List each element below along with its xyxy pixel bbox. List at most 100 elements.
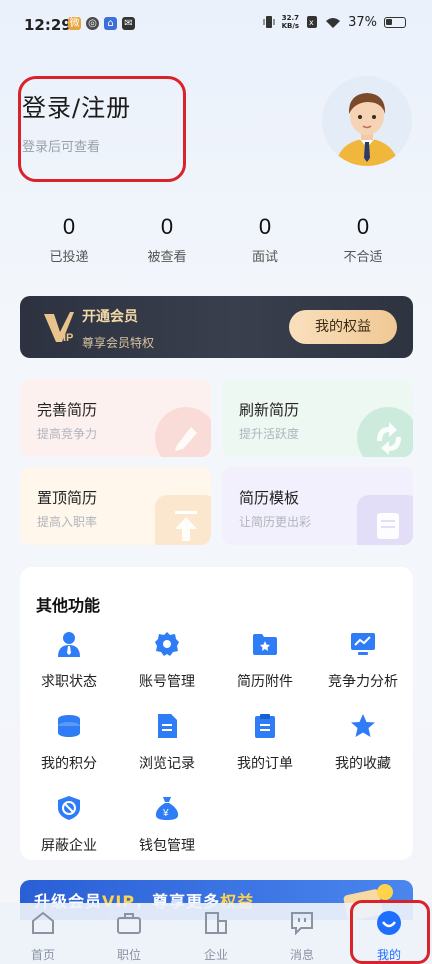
sim-icon: x [307, 16, 318, 28]
tab-jobs[interactable]: 职位 [86, 903, 172, 964]
card-title: 简历模板 [239, 489, 300, 507]
refresh-resume-card[interactable]: 刷新简历 提升活跃度 [222, 379, 413, 457]
card-title: 置顶简历 [37, 489, 98, 507]
home-icon [32, 911, 54, 934]
tab-messages[interactable]: 消息 [259, 903, 345, 964]
status-time: 12:29 [24, 16, 72, 34]
job-status-item[interactable]: 求职状态 [20, 631, 118, 691]
vip-title: 开通会员 [82, 309, 138, 325]
function-label: 我的订单 [237, 756, 293, 772]
document-icon [158, 714, 177, 738]
chat-icon [291, 912, 313, 936]
function-label: 我的收藏 [335, 756, 391, 772]
stat-label: 面试 [251, 250, 278, 265]
gear-icon [155, 632, 179, 656]
stat-label: 被查看 [147, 250, 187, 265]
block-companies-item[interactable]: 屏蔽企业 [20, 795, 118, 855]
card-subtitle: 提升活跃度 [239, 427, 300, 441]
star-icon [351, 714, 375, 737]
card-title: 刷新简历 [239, 401, 300, 419]
stat-value: 0 [356, 214, 370, 239]
stat-delivered[interactable]: 0 已投递 [20, 214, 118, 265]
tab-label: 首页 [30, 948, 55, 962]
card-subtitle: 提高入职率 [37, 515, 98, 529]
pencil-icon [155, 407, 211, 457]
avatar[interactable] [322, 76, 412, 166]
battery-percent: 37% [348, 14, 377, 30]
function-label: 钱包管理 [139, 838, 195, 854]
my-favorites-item[interactable]: 我的收藏 [314, 713, 412, 773]
tab-home[interactable]: 首页 [0, 903, 86, 964]
my-points-item[interactable]: 我的积分 [20, 713, 118, 773]
document-icon [357, 495, 413, 545]
briefcase-icon [117, 913, 141, 934]
coins-icon [58, 715, 80, 737]
my-orders-item[interactable]: 我的订单 [216, 713, 314, 773]
battery-icon [384, 16, 406, 28]
person-icon [58, 632, 80, 657]
bank-icon: ⌂ [104, 17, 117, 30]
competitiveness-analysis-item[interactable]: 竞争力分析 [314, 631, 412, 691]
browse-history-item[interactable]: 浏览记录 [118, 713, 216, 773]
card-subtitle: 让简历更出彩 [239, 515, 312, 529]
weibo-icon: 微 [68, 17, 81, 30]
function-label: 屏蔽企业 [41, 838, 97, 854]
tab-label: 企业 [203, 948, 228, 962]
building-icon [205, 912, 227, 934]
stat-value: 0 [258, 214, 272, 239]
stat-label: 已投递 [49, 250, 89, 265]
wallet-management-item[interactable]: ¥ 钱包管理 [118, 795, 216, 855]
net-speed: 32.7 KB/s [281, 14, 300, 30]
refresh-icon [357, 407, 413, 457]
stat-unsuitable[interactable]: 0 不合适 [314, 214, 412, 265]
svg-text:¥: ¥ [162, 808, 169, 819]
shield-block-icon [58, 796, 80, 820]
vibrate-icon [263, 16, 275, 28]
message-icon: ✉ [122, 17, 135, 30]
stats-row: 0 已投递 0 被查看 0 面试 0 不合适 [20, 214, 412, 265]
status-right: 32.7 KB/s x 37% [263, 14, 406, 30]
account-management-item[interactable]: 账号管理 [118, 631, 216, 691]
avatar-person-icon [336, 93, 398, 166]
improve-resume-card[interactable]: 完善简历 提高竞争力 [20, 379, 211, 457]
stat-label: 不合适 [343, 250, 383, 265]
vip-subtitle: 尊享会员特权 [82, 336, 155, 350]
card-title: 完善简历 [37, 401, 98, 419]
folder-icon [253, 634, 277, 655]
stat-viewed[interactable]: 0 被查看 [118, 214, 216, 265]
resume-template-card[interactable]: 简历模板 让简历更出彩 [222, 467, 413, 545]
pin-top-icon [155, 495, 211, 545]
my-benefits-button[interactable]: 我的权益 [289, 310, 397, 344]
wifi-icon [326, 17, 341, 28]
function-label: 竞争力分析 [328, 674, 398, 690]
active-tab-highlight [350, 900, 430, 964]
stat-interview[interactable]: 0 面试 [216, 214, 314, 265]
profile-header: 登录/注册 登录后可查看 [0, 70, 432, 190]
login-register-title[interactable]: 登录/注册 [22, 88, 131, 123]
vip-logo-icon: IP [44, 312, 74, 344]
monitor-chart-icon [351, 633, 375, 655]
function-label: 账号管理 [139, 674, 195, 690]
stat-value: 0 [62, 214, 76, 239]
card-subtitle: 提高竞争力 [37, 427, 98, 441]
function-label: 浏览记录 [139, 756, 195, 772]
notification-icons: 微 ◎ ⌂ ✉ [68, 17, 135, 30]
other-functions-panel: 其他功能 求职状态 账号管理 简历附件 竞争力分析 我的积分 浏览记录 我的订单 [20, 567, 413, 860]
pin-resume-card[interactable]: 置顶简历 提高入职率 [20, 467, 211, 545]
tab-label: 职位 [116, 948, 141, 962]
stat-value: 0 [160, 214, 174, 239]
function-label: 简历附件 [237, 674, 293, 690]
login-register-subtitle: 登录后可查看 [22, 140, 101, 155]
svg-text:x: x [309, 18, 314, 27]
app-notification-icon: ◎ [86, 17, 99, 30]
status-bar: 12:29 微 ◎ ⌂ ✉ 32.7 KB/s x 37% [0, 0, 432, 52]
tab-companies[interactable]: 企业 [173, 903, 259, 964]
money-bag-icon: ¥ [155, 797, 179, 820]
function-label: 求职状态 [41, 674, 97, 690]
other-functions-title: 其他功能 [36, 596, 101, 615]
vip-banner[interactable]: IP 开通会员 尊享会员特权 我的权益 [20, 296, 413, 358]
resume-attachment-item[interactable]: 简历附件 [216, 631, 314, 691]
clipboard-icon [255, 714, 275, 738]
function-grid: 求职状态 账号管理 简历附件 竞争力分析 我的积分 浏览记录 我的订单 我的收藏… [20, 631, 413, 855]
svg-text:IP: IP [63, 332, 73, 344]
